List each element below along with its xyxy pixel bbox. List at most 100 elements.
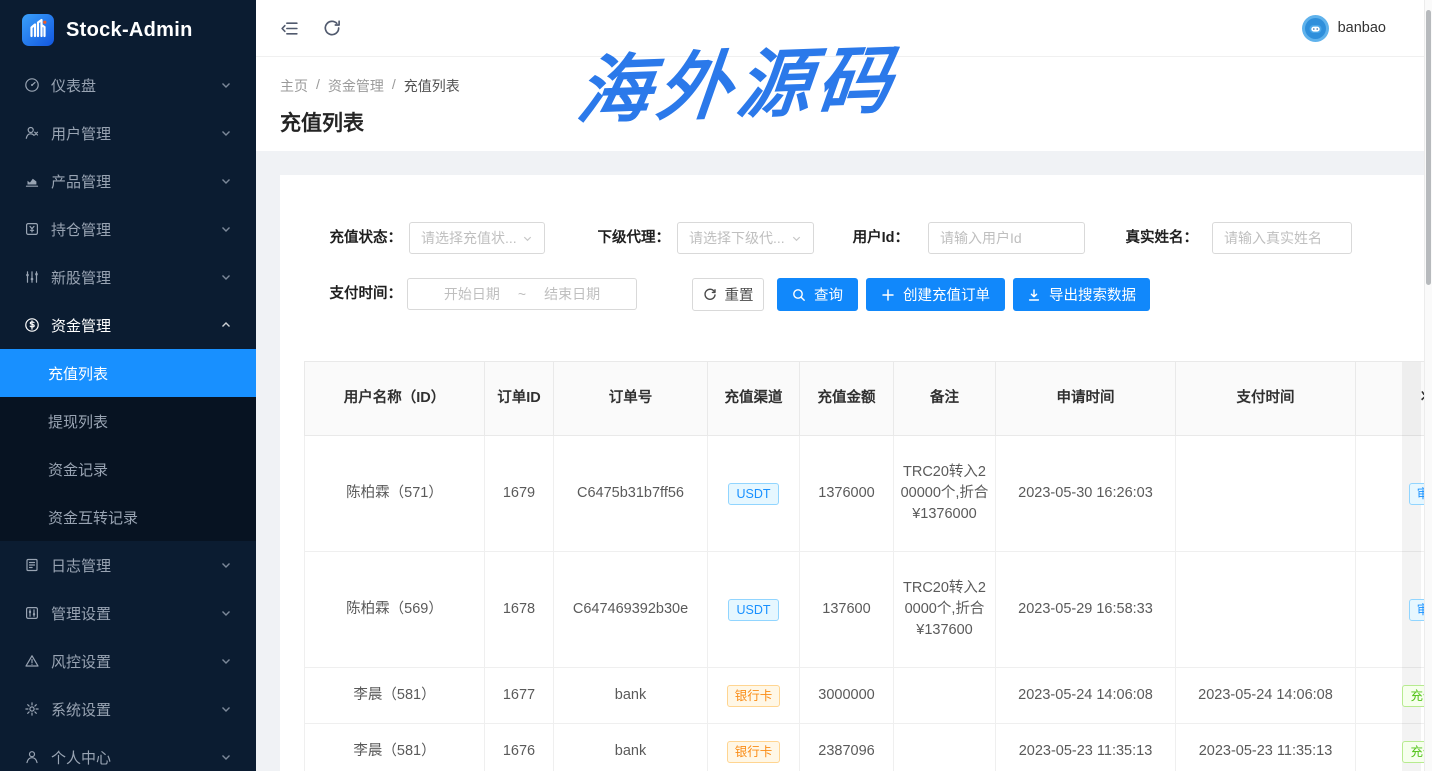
sidebar-item-new-stock-management[interactable]: 新股管理 [0, 253, 256, 301]
cell-channel: USDT [708, 436, 800, 552]
username: banbao [1338, 20, 1386, 36]
table-row: 李晨（581） 1677 bank 银行卡 3000000 2023-05-24… [305, 668, 1432, 724]
product-icon [24, 173, 40, 189]
profile-icon [24, 749, 40, 765]
chevron-down-icon [220, 175, 232, 187]
chevron-down-icon [220, 127, 232, 139]
menu-fold-icon[interactable] [280, 18, 300, 38]
sidebar-item-product-management[interactable]: 产品管理 [0, 157, 256, 205]
sidebar-item-log-management[interactable]: 日志管理 [0, 541, 256, 589]
user-id-label: 用户Id： [825, 222, 909, 254]
funds-icon [24, 317, 40, 333]
export-data-button[interactable]: 导出搜索数据 [1013, 278, 1150, 311]
logo-row[interactable]: Stock-Admin [0, 0, 256, 60]
user-menu[interactable]: banbao [1302, 15, 1386, 42]
create-recharge-order-button[interactable]: 创建充值订单 [866, 278, 1005, 311]
cell-pay-time [1176, 552, 1356, 668]
chevron-down-icon [791, 233, 802, 244]
chevron-down-icon [220, 607, 232, 619]
end-date-placeholder: 结束日期 [544, 284, 600, 304]
cell-user: 李晨（581） [305, 724, 485, 771]
search-button[interactable]: 查询 [777, 278, 858, 311]
table-header-row: 用户名称（ID） 订单ID 订单号 充值渠道 充值金额 备注 申请时间 支付时间… [305, 362, 1432, 436]
avatar [1302, 15, 1329, 42]
cell-amount: 3000000 [800, 668, 894, 724]
reset-icon [703, 288, 717, 302]
real-name-input[interactable] [1212, 222, 1352, 254]
sidebar-item-risk-settings[interactable]: 风控设置 [0, 637, 256, 685]
reset-button[interactable]: 重置 [692, 278, 764, 311]
channel-badge: 银行卡 [727, 685, 781, 707]
cell-order-id: 1678 [485, 552, 554, 668]
sidebar-subitem-recharge-list[interactable]: 充值列表 [0, 349, 256, 397]
export-label: 导出搜索数据 [1049, 284, 1136, 305]
sidebar: Stock-Admin 仪表盘 用户管理 产品管理 持仓管理 [0, 0, 256, 771]
user-id-input[interactable] [928, 222, 1085, 254]
cell-remark: TRC20转入200000个,折合¥1376000 [894, 436, 996, 552]
cell-apply-time: 2023-05-30 16:26:03 [996, 436, 1176, 552]
system-settings-icon [24, 701, 40, 717]
sidebar-item-dashboard[interactable]: 仪表盘 [0, 61, 256, 109]
sidebar-item-system-settings[interactable]: 系统设置 [0, 685, 256, 733]
sidebar-item-label: 个人中心 [51, 747, 111, 768]
agent-select[interactable]: 请选择下级代... [677, 222, 814, 254]
recharge-status-select[interactable]: 请选择充值状... [409, 222, 545, 254]
cell-amount: 1376000 [800, 436, 894, 552]
sidebar-item-user-management[interactable]: 用户管理 [0, 109, 256, 157]
refresh-icon[interactable] [322, 18, 342, 38]
col-user: 用户名称（ID） [305, 362, 485, 436]
sidebar-item-personal-center[interactable]: 个人中心 [0, 733, 256, 771]
sidebar-item-funds-management[interactable]: 资金管理 [0, 301, 256, 349]
sidebar-menu: 仪表盘 用户管理 产品管理 持仓管理 新股管理 [0, 61, 256, 771]
sidebar-subitem-funds-records[interactable]: 资金记录 [0, 445, 256, 493]
cell-order-no: bank [554, 724, 708, 771]
search-label: 查询 [814, 284, 843, 305]
channel-badge: 银行卡 [727, 741, 781, 763]
app-title: Stock-Admin [66, 19, 193, 42]
sidebar-item-admin-settings[interactable]: 管理设置 [0, 589, 256, 637]
chevron-down-icon [220, 271, 232, 283]
chevron-up-icon [220, 319, 232, 331]
sidebar-item-position-management[interactable]: 持仓管理 [0, 205, 256, 253]
chevron-down-icon [220, 703, 232, 715]
table-row: 李晨（581） 1676 bank 银行卡 2387096 2023-05-23… [305, 724, 1432, 771]
pay-time-label: 支付时间： [308, 278, 402, 310]
breadcrumb-home[interactable]: 主页 [280, 76, 308, 96]
cell-channel: 银行卡 [708, 668, 800, 724]
cell-channel: 银行卡 [708, 724, 800, 771]
funds-submenu: 充值列表 提现列表 资金记录 资金互转记录 [0, 349, 256, 541]
download-icon [1027, 288, 1041, 302]
sidebar-subitem-funds-transfer-records[interactable]: 资金互转记录 [0, 493, 256, 541]
sidebar-item-label: 日志管理 [51, 555, 111, 576]
sidebar-item-label: 风控设置 [51, 651, 111, 672]
position-icon [24, 221, 40, 237]
plus-icon [881, 288, 895, 302]
pay-time-range-picker[interactable]: 开始日期 ~ 结束日期 [407, 278, 637, 310]
recharge-status-label: 充值状态： [308, 222, 402, 254]
breadcrumb-funds[interactable]: 资金管理 [328, 76, 384, 96]
window-scrollbar[interactable] [1424, 0, 1432, 771]
table-row: 陈柏霖（569） 1678 C647469392b30e USDT 137600… [305, 552, 1432, 668]
top-toolbar: banbao [256, 0, 1432, 57]
sidebar-item-label: 管理设置 [51, 603, 111, 624]
sidebar-item-label: 资金管理 [51, 315, 111, 336]
page-header: 主页 / 资金管理 / 充值列表 充值列表 [256, 57, 1432, 151]
sidebar-subitem-withdraw-list[interactable]: 提现列表 [0, 397, 256, 445]
dashboard-icon [24, 77, 40, 93]
sidebar-subitem-label: 资金互转记录 [48, 507, 138, 528]
sidebar-item-label: 系统设置 [51, 699, 111, 720]
agent-label: 下级代理： [576, 222, 670, 254]
user-management-icon [24, 125, 40, 141]
new-stock-icon [24, 269, 40, 285]
sidebar-subitem-label: 资金记录 [48, 459, 108, 480]
cell-order-id: 1677 [485, 668, 554, 724]
cell-amount: 2387096 [800, 724, 894, 771]
col-pay-time: 支付时间 [1176, 362, 1356, 436]
search-icon [792, 288, 806, 302]
screen: Stock-Admin 仪表盘 用户管理 产品管理 持仓管理 [0, 0, 1432, 771]
cell-apply-time: 2023-05-24 14:06:08 [996, 668, 1176, 724]
scrollbar-thumb[interactable] [1426, 10, 1431, 285]
table-scrollbar-gutter[interactable] [1402, 362, 1421, 771]
cell-remark [894, 668, 996, 724]
col-order-no: 订单号 [554, 362, 708, 436]
